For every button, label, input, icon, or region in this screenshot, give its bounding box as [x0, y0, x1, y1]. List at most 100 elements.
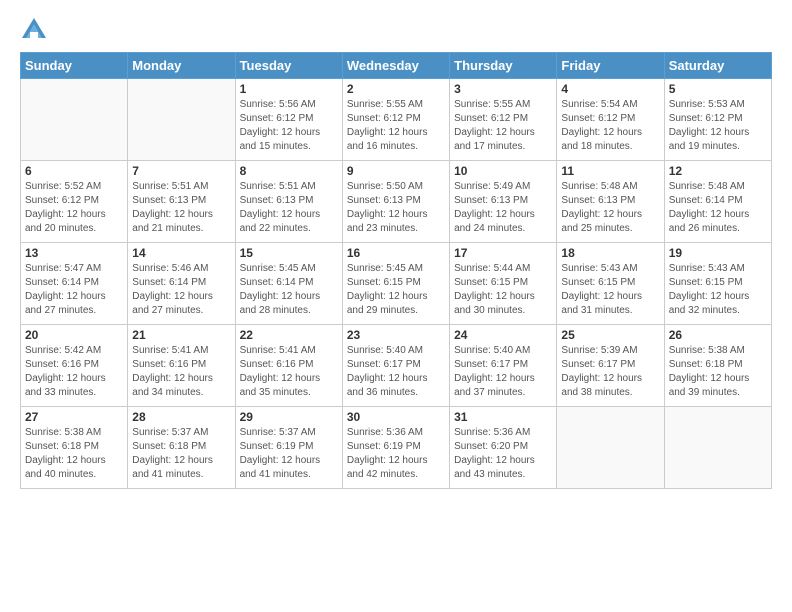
calendar-cell: 30 Sunrise: 5:36 AM Sunset: 6:19 PM Dayli…: [342, 407, 449, 489]
day-number: 17: [454, 246, 552, 260]
day-number: 6: [25, 164, 123, 178]
day-number: 4: [561, 82, 659, 96]
day-number: 2: [347, 82, 445, 96]
calendar-week-4: 20 Sunrise: 5:42 AM Sunset: 6:16 PM Dayli…: [21, 325, 772, 407]
day-number: 16: [347, 246, 445, 260]
calendar-cell: 22 Sunrise: 5:41 AM Sunset: 6:16 PM Dayli…: [235, 325, 342, 407]
calendar-cell: 21 Sunrise: 5:41 AM Sunset: 6:16 PM Dayli…: [128, 325, 235, 407]
day-info: Sunrise: 5:49 AM Sunset: 6:13 PM Dayligh…: [454, 180, 552, 236]
calendar-cell: 26 Sunrise: 5:38 AM Sunset: 6:18 PM Dayli…: [664, 325, 771, 407]
calendar-cell: 19 Sunrise: 5:43 AM Sunset: 6:15 PM Dayli…: [664, 243, 771, 325]
day-info: Sunrise: 5:53 AM Sunset: 6:12 PM Dayligh…: [669, 98, 767, 154]
calendar-cell: 18 Sunrise: 5:43 AM Sunset: 6:15 PM Dayli…: [557, 243, 664, 325]
day-info: Sunrise: 5:37 AM Sunset: 6:18 PM Dayligh…: [132, 426, 230, 482]
day-number: 20: [25, 328, 123, 342]
calendar-cell: 13 Sunrise: 5:47 AM Sunset: 6:14 PM Dayli…: [21, 243, 128, 325]
calendar-cell: [128, 79, 235, 161]
day-number: 28: [132, 410, 230, 424]
calendar-cell: 10Sunrise: 5:49 AM Sunset: 6:13 PM Dayli…: [450, 161, 557, 243]
day-info: Sunrise: 5:55 AM Sunset: 6:12 PM Dayligh…: [347, 98, 445, 154]
day-info: Sunrise: 5:54 AM Sunset: 6:12 PM Dayligh…: [561, 98, 659, 154]
day-info: Sunrise: 5:42 AM Sunset: 6:16 PM Dayligh…: [25, 344, 123, 400]
calendar-week-3: 13 Sunrise: 5:47 AM Sunset: 6:14 PM Dayli…: [21, 243, 772, 325]
weekday-header-saturday: Saturday: [664, 53, 771, 79]
calendar-week-2: 6 Sunrise: 5:52 AM Sunset: 6:12 PM Daylig…: [21, 161, 772, 243]
day-info: Sunrise: 5:38 AM Sunset: 6:18 PM Dayligh…: [669, 344, 767, 400]
day-info: Sunrise: 5:36 AM Sunset: 6:19 PM Dayligh…: [347, 426, 445, 482]
calendar-cell: 9 Sunrise: 5:50 AM Sunset: 6:13 PM Daylig…: [342, 161, 449, 243]
day-info: Sunrise: 5:43 AM Sunset: 6:15 PM Dayligh…: [561, 262, 659, 318]
calendar-cell: 14Sunrise: 5:46 AM Sunset: 6:14 PM Dayli…: [128, 243, 235, 325]
day-number: 23: [347, 328, 445, 342]
weekday-header-sunday: Sunday: [21, 53, 128, 79]
calendar-cell: 6 Sunrise: 5:52 AM Sunset: 6:12 PM Daylig…: [21, 161, 128, 243]
day-info: Sunrise: 5:36 AM Sunset: 6:20 PM Dayligh…: [454, 426, 552, 482]
weekday-header-thursday: Thursday: [450, 53, 557, 79]
day-number: 21: [132, 328, 230, 342]
calendar-cell: 29 Sunrise: 5:37 AM Sunset: 6:19 PM Dayli…: [235, 407, 342, 489]
calendar-cell: 1 Sunrise: 5:56 AM Sunset: 6:12 PM Daylig…: [235, 79, 342, 161]
calendar-cell: 15Sunrise: 5:45 AM Sunset: 6:14 PM Dayli…: [235, 243, 342, 325]
calendar-cell: 23Sunrise: 5:40 AM Sunset: 6:17 PM Dayli…: [342, 325, 449, 407]
day-number: 25: [561, 328, 659, 342]
page-header: [20, 16, 772, 44]
calendar-cell: 2 Sunrise: 5:55 AM Sunset: 6:12 PM Daylig…: [342, 79, 449, 161]
calendar-cell: 31 Sunrise: 5:36 AM Sunset: 6:20 PM Dayli…: [450, 407, 557, 489]
calendar-cell: 5 Sunrise: 5:53 AM Sunset: 6:12 PM Daylig…: [664, 79, 771, 161]
day-number: 3: [454, 82, 552, 96]
day-number: 5: [669, 82, 767, 96]
day-info: Sunrise: 5:55 AM Sunset: 6:12 PM Dayligh…: [454, 98, 552, 154]
day-info: Sunrise: 5:41 AM Sunset: 6:16 PM Dayligh…: [132, 344, 230, 400]
day-number: 12: [669, 164, 767, 178]
logo-icon: [20, 16, 48, 44]
day-info: Sunrise: 5:51 AM Sunset: 6:13 PM Dayligh…: [132, 180, 230, 236]
calendar-cell: 8Sunrise: 5:51 AM Sunset: 6:13 PM Daylig…: [235, 161, 342, 243]
calendar-page: SundayMondayTuesdayWednesdayThursdayFrid…: [0, 0, 792, 612]
day-number: 29: [240, 410, 338, 424]
calendar-cell: 4 Sunrise: 5:54 AM Sunset: 6:12 PM Daylig…: [557, 79, 664, 161]
calendar-cell: [664, 407, 771, 489]
day-info: Sunrise: 5:51 AM Sunset: 6:13 PM Dayligh…: [240, 180, 338, 236]
day-number: 9: [347, 164, 445, 178]
weekday-header-row: SundayMondayTuesdayWednesdayThursdayFrid…: [21, 53, 772, 79]
day-info: Sunrise: 5:47 AM Sunset: 6:14 PM Dayligh…: [25, 262, 123, 318]
calendar-cell: 20 Sunrise: 5:42 AM Sunset: 6:16 PM Dayli…: [21, 325, 128, 407]
day-info: Sunrise: 5:43 AM Sunset: 6:15 PM Dayligh…: [669, 262, 767, 318]
logo: [20, 16, 50, 44]
calendar-cell: 7 Sunrise: 5:51 AM Sunset: 6:13 PM Daylig…: [128, 161, 235, 243]
weekday-header-wednesday: Wednesday: [342, 53, 449, 79]
day-info: Sunrise: 5:39 AM Sunset: 6:17 PM Dayligh…: [561, 344, 659, 400]
day-info: Sunrise: 5:48 AM Sunset: 6:14 PM Dayligh…: [669, 180, 767, 236]
calendar-cell: 3 Sunrise: 5:55 AM Sunset: 6:12 PM Daylig…: [450, 79, 557, 161]
weekday-header-friday: Friday: [557, 53, 664, 79]
day-number: 13: [25, 246, 123, 260]
day-number: 30: [347, 410, 445, 424]
day-info: Sunrise: 5:37 AM Sunset: 6:19 PM Dayligh…: [240, 426, 338, 482]
day-info: Sunrise: 5:44 AM Sunset: 6:15 PM Dayligh…: [454, 262, 552, 318]
day-number: 27: [25, 410, 123, 424]
weekday-header-monday: Monday: [128, 53, 235, 79]
day-number: 26: [669, 328, 767, 342]
day-number: 19: [669, 246, 767, 260]
day-number: 1: [240, 82, 338, 96]
calendar-cell: 28 Sunrise: 5:37 AM Sunset: 6:18 PM Dayli…: [128, 407, 235, 489]
day-info: Sunrise: 5:46 AM Sunset: 6:14 PM Dayligh…: [132, 262, 230, 318]
day-number: 31: [454, 410, 552, 424]
day-info: Sunrise: 5:52 AM Sunset: 6:12 PM Dayligh…: [25, 180, 123, 236]
calendar-cell: 25 Sunrise: 5:39 AM Sunset: 6:17 PM Dayli…: [557, 325, 664, 407]
calendar-cell: 11Sunrise: 5:48 AM Sunset: 6:13 PM Dayli…: [557, 161, 664, 243]
day-number: 22: [240, 328, 338, 342]
day-number: 11: [561, 164, 659, 178]
calendar-table: SundayMondayTuesdayWednesdayThursdayFrid…: [20, 52, 772, 489]
calendar-cell: 17 Sunrise: 5:44 AM Sunset: 6:15 PM Dayli…: [450, 243, 557, 325]
day-info: Sunrise: 5:50 AM Sunset: 6:13 PM Dayligh…: [347, 180, 445, 236]
day-number: 7: [132, 164, 230, 178]
calendar-cell: 16 Sunrise: 5:45 AM Sunset: 6:15 PM Dayli…: [342, 243, 449, 325]
calendar-week-1: 1 Sunrise: 5:56 AM Sunset: 6:12 PM Daylig…: [21, 79, 772, 161]
day-number: 18: [561, 246, 659, 260]
day-info: Sunrise: 5:41 AM Sunset: 6:16 PM Dayligh…: [240, 344, 338, 400]
day-info: Sunrise: 5:56 AM Sunset: 6:12 PM Dayligh…: [240, 98, 338, 154]
calendar-cell: 12 Sunrise: 5:48 AM Sunset: 6:14 PM Dayli…: [664, 161, 771, 243]
calendar-cell: [557, 407, 664, 489]
day-info: Sunrise: 5:45 AM Sunset: 6:15 PM Dayligh…: [347, 262, 445, 318]
